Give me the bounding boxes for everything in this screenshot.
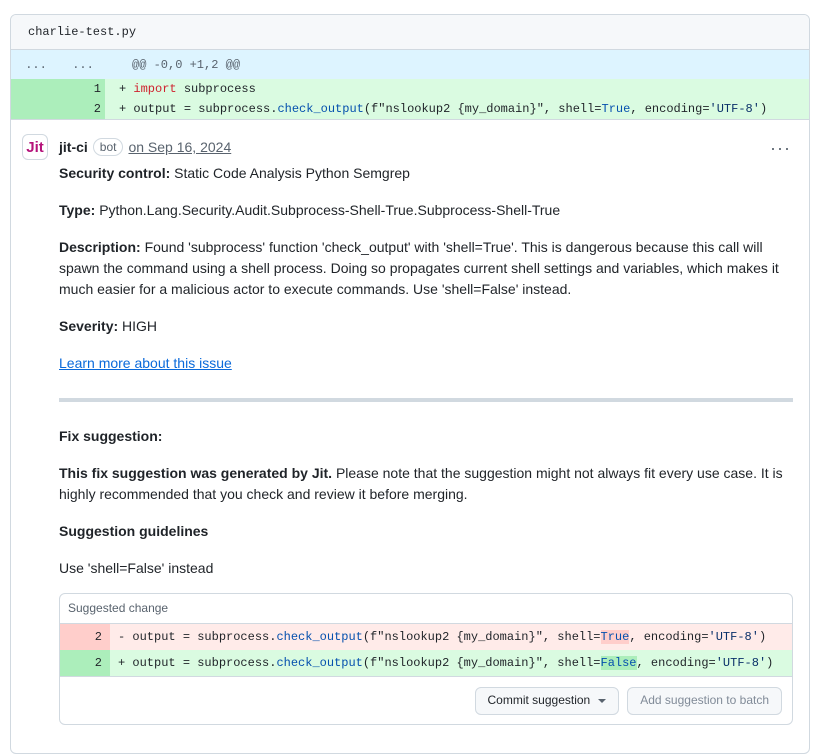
hunk-expand-old[interactable]: ... bbox=[11, 58, 61, 72]
add-to-batch-button[interactable]: Add suggestion to batch bbox=[627, 686, 782, 715]
code-line: + output = subprocess.check_output(f"nsl… bbox=[118, 655, 774, 670]
suggested-change-box: Suggested change 2 - output = subprocess… bbox=[59, 593, 793, 725]
divider bbox=[59, 398, 793, 402]
guidelines-heading: Suggestion guidelines bbox=[59, 523, 209, 539]
guidelines-text: Use 'shell=False' instead bbox=[59, 560, 214, 576]
suggestion-added-line: 2 + output = subprocess.check_output(f"n… bbox=[60, 650, 792, 676]
fix-note: This fix suggestion was generated by Jit… bbox=[59, 465, 783, 502]
hunk-header: @@ -0,0 +1,2 @@ bbox=[132, 57, 241, 72]
suggestion-deleted-line: 2 - output = subprocess.check_output(f"n… bbox=[60, 624, 792, 650]
commit-suggestion-button[interactable]: Commit suggestion bbox=[474, 686, 620, 715]
timestamp-link[interactable]: on Sep 16, 2024 bbox=[128, 139, 231, 155]
learn-more-link[interactable]: Learn more about this issue bbox=[59, 355, 232, 371]
comment-body: Security control: Static Code Analysis P… bbox=[59, 163, 799, 725]
code-line: + import subprocess bbox=[119, 82, 256, 96]
hunk-expand-new[interactable]: ... bbox=[61, 58, 105, 72]
security-control: Security control: Static Code Analysis P… bbox=[59, 165, 410, 181]
code-line: - output = subprocess.check_output(f"nsl… bbox=[118, 629, 767, 644]
fix-heading: Fix suggestion: bbox=[59, 428, 163, 444]
hunk-header-row[interactable]: ... ... @@ -0,0 +1,2 @@ bbox=[11, 50, 809, 79]
bot-badge: bot bbox=[92, 138, 124, 156]
suggested-change-title: Suggested change bbox=[60, 594, 792, 624]
suggestion-actions: Commit suggestion Add suggestion to batc… bbox=[60, 676, 792, 724]
caret-down-icon bbox=[598, 698, 607, 703]
avatar[interactable]: Jit bbox=[22, 134, 48, 160]
line-number[interactable]: 1 bbox=[11, 82, 105, 96]
line-number: 2 bbox=[60, 624, 110, 650]
line-number: 2 bbox=[60, 650, 110, 676]
review-thread-card: charlie-test.py ... ... @@ -0,0 +1,2 @@ … bbox=[10, 14, 810, 754]
description: Description: Found 'subprocess' function… bbox=[59, 239, 779, 297]
file-name[interactable]: charlie-test.py bbox=[11, 15, 809, 50]
line-number[interactable]: 2 bbox=[11, 102, 105, 116]
diff-line-2: 2 + output = subprocess.check_output(f"n… bbox=[11, 99, 809, 119]
comment-header: jit-ci bot on Sep 16, 2024 bbox=[59, 136, 809, 158]
review-comment: Jit ··· jit-ci bot on Sep 16, 2024 Secur… bbox=[11, 119, 809, 725]
author-link[interactable]: jit-ci bbox=[59, 139, 88, 155]
severity: Severity: HIGH bbox=[59, 318, 158, 334]
type-line: Type: Python.Lang.Security.Audit.Subproc… bbox=[59, 202, 561, 218]
code-line: + output = subprocess.check_output(f"nsl… bbox=[119, 102, 768, 116]
diff-line-1: 1 + import subprocess bbox=[11, 79, 809, 99]
more-options-icon[interactable]: ··· bbox=[770, 138, 791, 159]
